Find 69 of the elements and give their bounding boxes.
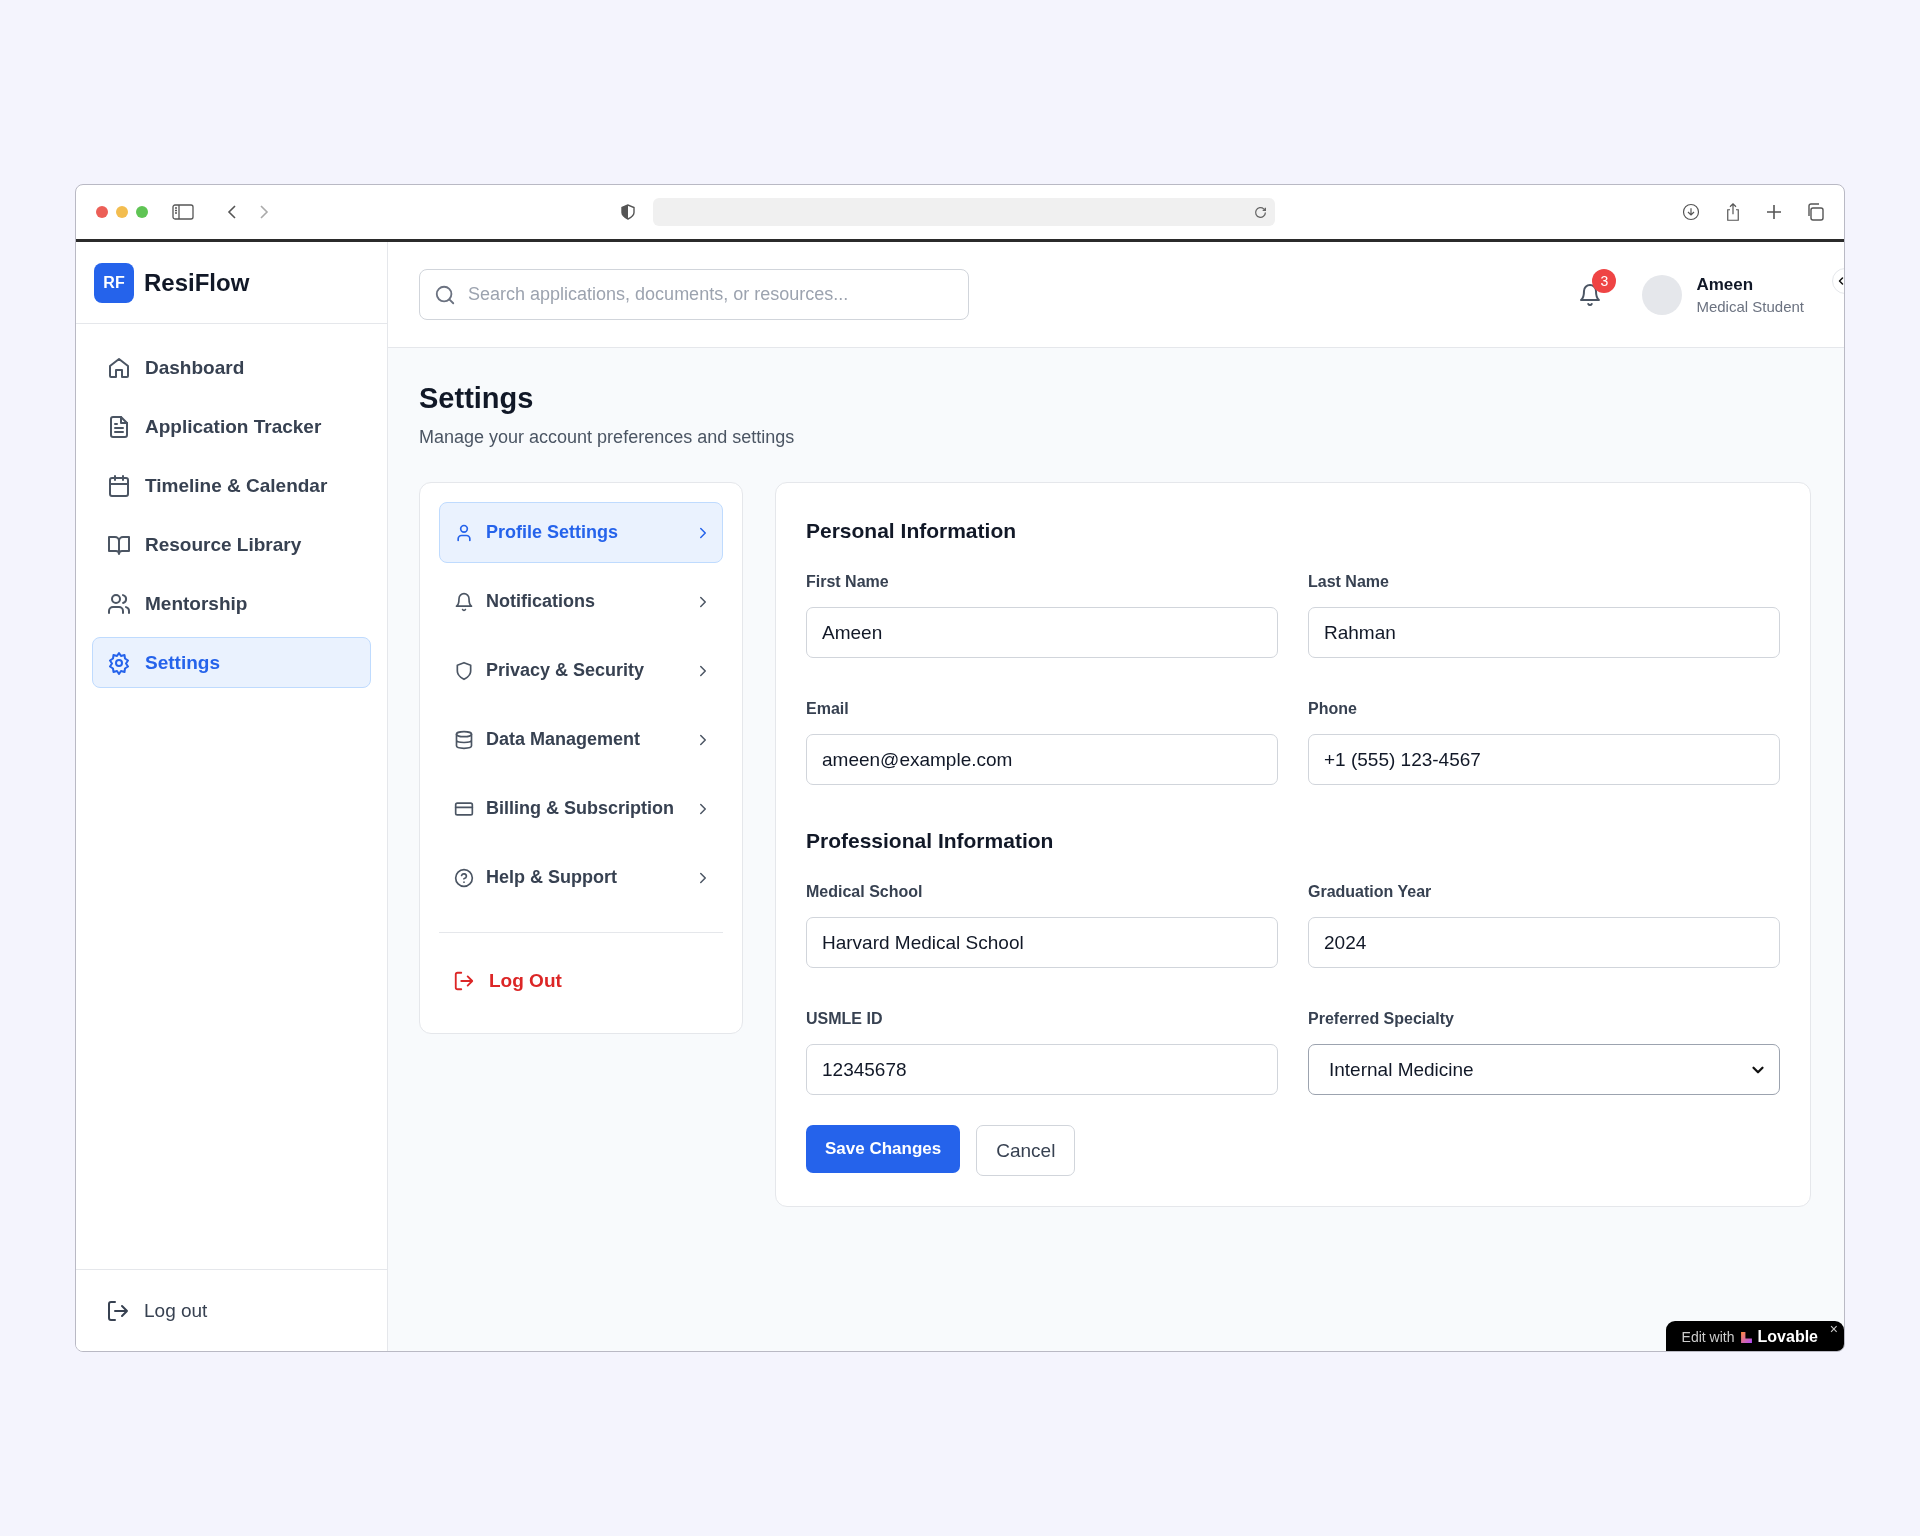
settings-tab[interactable]: Billing & Subscription xyxy=(439,778,723,839)
settings-icon xyxy=(107,650,131,675)
share-icon[interactable] xyxy=(1724,202,1742,222)
user-role: Medical Student xyxy=(1696,297,1804,315)
database-icon xyxy=(454,729,474,750)
input-field[interactable]: +1 (555) 123-4567 xyxy=(1308,734,1780,785)
save-button[interactable]: Save Changes xyxy=(806,1125,961,1173)
settings-tab[interactable]: Privacy & Security xyxy=(439,640,723,701)
input-field[interactable]: ameen@example.com xyxy=(806,734,1278,785)
person-icon xyxy=(454,522,474,543)
back-icon[interactable] xyxy=(226,204,238,220)
document-icon xyxy=(107,414,131,439)
field-label: Phone xyxy=(1308,700,1358,718)
new-tab-icon[interactable] xyxy=(1766,204,1782,220)
field-label: USMLE ID xyxy=(806,1010,884,1028)
logout-link[interactable]: Log Out xyxy=(439,953,723,1009)
user-name: Ameen xyxy=(1696,274,1755,295)
section-heading: Professional Information xyxy=(806,829,1055,853)
minimize-window-dot[interactable] xyxy=(116,206,128,218)
sidebar-item[interactable]: Mentorship xyxy=(92,578,371,629)
sidebar-item[interactable]: Application Tracker xyxy=(92,401,371,452)
settings-tab[interactable]: Help & Support xyxy=(439,847,723,908)
notification-count: 3 xyxy=(1592,268,1617,293)
bell-icon[interactable] xyxy=(1578,282,1603,307)
house-icon xyxy=(107,355,131,380)
section-heading: Personal Information xyxy=(806,519,1018,543)
field-label: Preferred Specialty xyxy=(1308,1010,1455,1028)
download-icon[interactable] xyxy=(1682,203,1700,221)
page-subtitle: Manage your account preferences and settings xyxy=(419,427,796,448)
sidebar-item[interactable]: Dashboard xyxy=(92,342,371,393)
input-field[interactable]: Harvard Medical School xyxy=(806,917,1278,968)
search-icon xyxy=(434,283,456,306)
input-field[interactable]: Ameen xyxy=(806,607,1278,658)
logout-icon xyxy=(453,970,475,992)
page-title: Settings xyxy=(419,382,535,415)
sidebar-item[interactable]: Resource Library xyxy=(92,519,371,570)
sidebar-item[interactable]: Timeline & Calendar xyxy=(92,460,371,511)
help-icon xyxy=(454,867,474,888)
logout-icon xyxy=(106,1298,130,1323)
reload-icon[interactable] xyxy=(1254,205,1267,219)
input-field[interactable]: Rahman xyxy=(1308,607,1780,658)
close-button[interactable]: × xyxy=(1829,1321,1838,1337)
field-label: Medical School xyxy=(806,883,924,901)
cancel-button[interactable]: Cancel xyxy=(976,1125,1076,1176)
field-label: First Name xyxy=(806,573,890,591)
field-label: Graduation Year xyxy=(1308,883,1433,901)
settings-tab[interactable]: Profile Settings xyxy=(439,502,723,563)
settings-tab[interactable]: Data Management xyxy=(439,709,723,770)
maximize-window-dot[interactable] xyxy=(136,206,148,218)
shield-icon xyxy=(454,660,474,681)
input-field[interactable]: 2024 xyxy=(1308,917,1780,968)
input-field[interactable]: 12345678 xyxy=(806,1044,1278,1095)
calendar-icon xyxy=(107,473,131,498)
sidebar-toggle-icon[interactable] xyxy=(172,204,194,220)
brand-name: Lovable xyxy=(1757,1328,1818,1346)
people-icon xyxy=(107,591,131,616)
logo-mark: RF xyxy=(94,262,134,303)
close-window-dot[interactable] xyxy=(96,206,108,218)
settings-tab[interactable]: Notifications xyxy=(439,571,723,632)
field-label: Email xyxy=(806,700,850,718)
field-label: Last Name xyxy=(1308,573,1390,591)
tabs-overview-icon[interactable] xyxy=(1806,203,1824,221)
dropdown[interactable]: Internal Medicine xyxy=(1308,1044,1780,1095)
shield-icon[interactable] xyxy=(621,204,635,220)
bell-icon xyxy=(454,591,474,612)
badge-caption: Edit with xyxy=(1681,1329,1735,1345)
app-name: ResiFlow xyxy=(144,268,250,297)
logout-link[interactable]: Log out xyxy=(92,1288,222,1333)
sidebar-item[interactable]: Settings xyxy=(92,637,371,688)
